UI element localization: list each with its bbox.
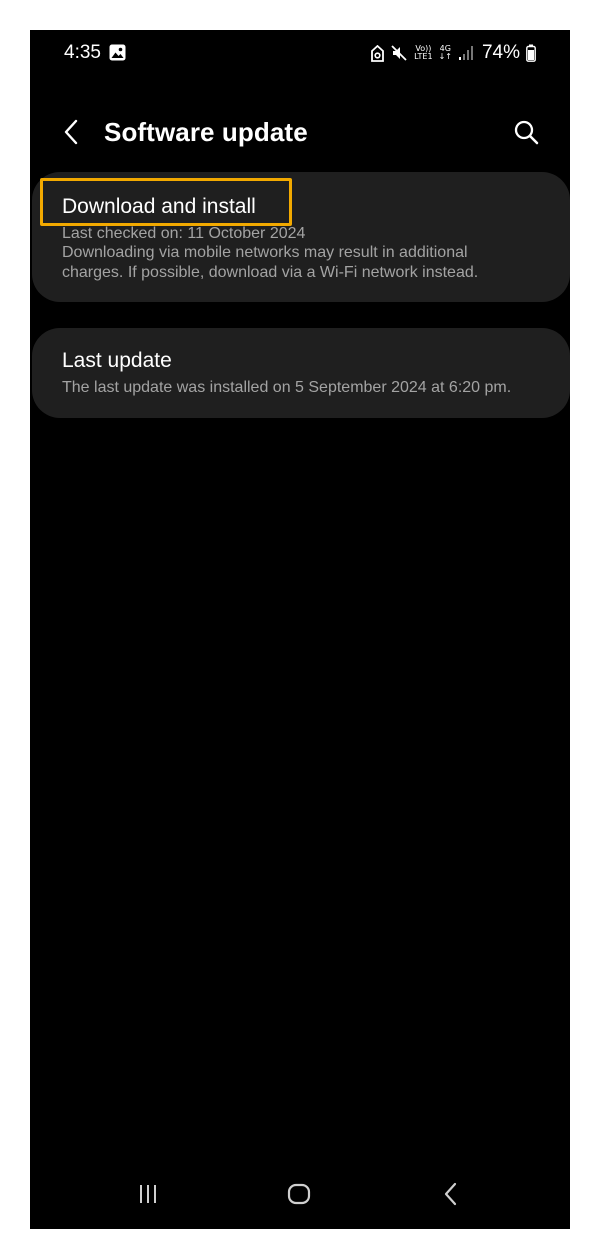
saver-icon — [371, 44, 385, 62]
lte-label: LTE1 — [414, 52, 433, 61]
data-arrows-icon: 4G ↓↑ — [438, 44, 452, 61]
home-icon[interactable] — [286, 1182, 312, 1206]
last-update-item[interactable]: Last update The last update was installe… — [32, 328, 570, 418]
mute-icon — [391, 45, 407, 61]
status-icons: Vo)) LTE1 4G ↓↑ 74% — [371, 40, 536, 66]
search-icon[interactable] — [512, 118, 540, 146]
last-checked-text: Last checked on: 11 October 2024 — [62, 225, 306, 242]
navigation-bar — [30, 1167, 570, 1229]
status-time: 4:35 — [64, 42, 101, 63]
mobile-network-note-line-2: charges. If possible, download via a Wi-… — [62, 264, 479, 281]
last-update-detail: The last update was installed on 5 Septe… — [62, 379, 512, 396]
mobile-network-note-line-1: Downloading via mobile networks may resu… — [62, 244, 468, 261]
recents-icon[interactable] — [136, 1182, 160, 1206]
last-update-title: Last update — [62, 349, 172, 372]
battery-icon — [526, 44, 536, 62]
volte-icon: Vo)) LTE1 — [414, 45, 432, 61]
gallery-icon — [109, 44, 126, 61]
download-and-install-title: Download and install — [62, 195, 256, 218]
status-bar: 4:35 Vo)) LTE1 4G ↓↑ 74% — [30, 30, 570, 78]
signal-icon — [458, 46, 473, 60]
phone-screen: 4:35 Vo)) LTE1 4G ↓↑ 74% Software update… — [30, 30, 570, 1229]
download-and-install-item[interactable]: Download and install Last checked on: 11… — [32, 172, 570, 302]
chevron-left-icon[interactable] — [60, 116, 84, 148]
back-icon[interactable] — [440, 1180, 462, 1208]
battery-percent: 74% — [481, 42, 520, 63]
page-title: Software update — [104, 117, 308, 147]
app-header: Software update — [30, 108, 570, 156]
